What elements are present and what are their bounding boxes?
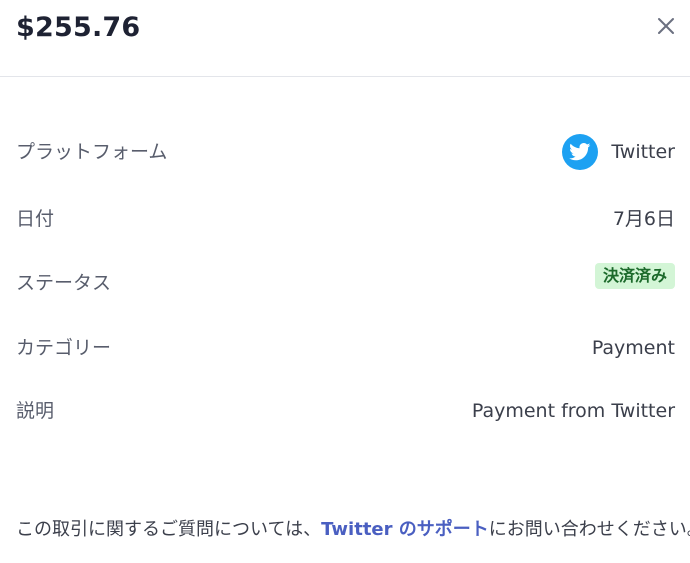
platform-label: プラットフォーム bbox=[16, 141, 168, 163]
close-button[interactable] bbox=[652, 12, 680, 40]
category-value: Payment bbox=[591, 337, 675, 359]
date-label: 日付 bbox=[16, 208, 55, 230]
support-note: この取引に関するご質問については、Twitter のサポートにお問い合わせくださ… bbox=[16, 513, 690, 547]
twitter-bird-icon bbox=[562, 134, 599, 170]
platform-value-group: Twitter bbox=[562, 132, 675, 172]
modal-header: $255.76 bbox=[0, 0, 690, 77]
description-value: Payment from Twitter bbox=[471, 400, 675, 422]
support-note-prefix: この取引に関するご質問については、 bbox=[16, 519, 322, 540]
status-badge: 決済済み bbox=[594, 263, 675, 289]
transaction-amount: $255.76 bbox=[16, 12, 141, 43]
status-label: ステータス bbox=[16, 272, 112, 294]
platform-value: Twitter bbox=[611, 141, 675, 163]
description-label: 説明 bbox=[16, 400, 55, 422]
support-note-suffix: にお問い合わせください。 bbox=[488, 519, 690, 540]
date-row: 日付 7月6日 bbox=[16, 199, 675, 239]
twitter-support-link[interactable]: Twitter のサポート bbox=[321, 519, 489, 540]
description-row: 説明 Payment from Twitter bbox=[16, 391, 675, 431]
status-row: ステータス 決済済み bbox=[16, 263, 675, 303]
close-icon bbox=[658, 18, 674, 34]
category-label: カテゴリー bbox=[16, 337, 112, 359]
status-value-wrap: 決済済み bbox=[594, 263, 675, 289]
date-value: 7月6日 bbox=[612, 208, 675, 230]
platform-row: プラットフォーム Twitter bbox=[16, 132, 675, 172]
category-row: カテゴリー Payment bbox=[16, 328, 675, 368]
